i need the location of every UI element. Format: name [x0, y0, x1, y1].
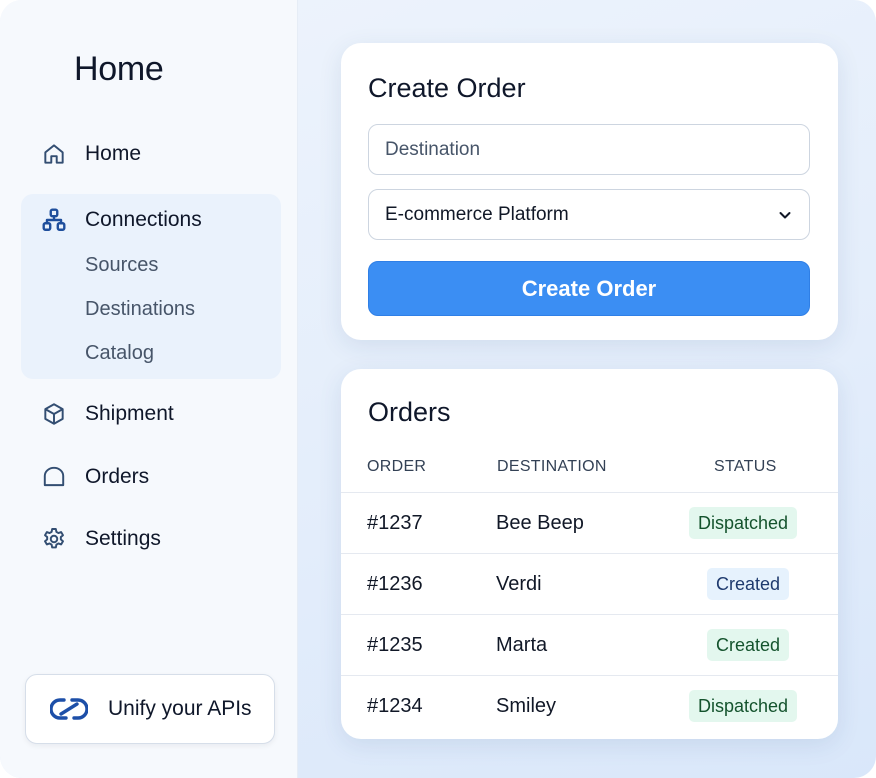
sidebar-item-connections[interactable]: Connections — [40, 200, 202, 240]
sidebar-item-label: Shipment — [85, 402, 174, 425]
sidebar-item-home[interactable]: Home — [40, 134, 141, 174]
destination-field[interactable] — [368, 124, 810, 175]
home-icon — [40, 141, 67, 168]
order-id: #1234 — [367, 695, 423, 717]
table-row[interactable]: #1234 Smiley Dispatched — [341, 675, 838, 736]
status-badge: Dispatched — [689, 690, 798, 722]
sidebar-item-orders[interactable]: Orders — [40, 457, 149, 497]
destination-input[interactable] — [385, 138, 809, 161]
create-order-button[interactable]: Create Order — [368, 261, 810, 316]
status-badge: Created — [707, 629, 790, 661]
sidebar-subitem-catalog[interactable]: Catalog — [85, 342, 154, 365]
orders-title: Orders — [368, 397, 451, 427]
sidebar-item-label: Orders — [85, 465, 150, 488]
unify-apis-button[interactable]: Unify your APIs — [25, 674, 275, 744]
status-badge: Dispatched — [689, 507, 798, 539]
orders-icon — [40, 464, 67, 491]
link-icon — [50, 695, 88, 723]
order-id: #1236 — [367, 573, 423, 595]
sidebar-item-label: Settings — [85, 527, 161, 550]
create-order-title: Create Order — [368, 73, 526, 103]
order-destination: Verdi — [496, 573, 542, 595]
sidebar-subitem-sources[interactable]: Sources — [85, 254, 158, 277]
platform-select-value: E-commerce Platform — [385, 203, 569, 225]
box-icon — [40, 401, 67, 428]
sidebar-item-label: Home — [85, 142, 142, 165]
column-header-status: STATUS — [714, 458, 777, 475]
order-id: #1235 — [367, 634, 423, 656]
order-destination: Bee Beep — [496, 512, 584, 534]
table-row[interactable]: #1235 Marta Created — [341, 614, 838, 675]
platform-select[interactable]: E-commerce Platform — [368, 189, 810, 240]
table-row[interactable]: #1236 Verdi Created — [341, 553, 838, 614]
table-row[interactable]: #1237 Bee Beep Dispatched — [341, 492, 838, 553]
order-destination: Smiley — [496, 695, 557, 717]
sidebar: Home Home Connections Sources Destinatio… — [0, 0, 298, 778]
create-order-card: Create Order E-commerce Platform Create … — [341, 43, 838, 340]
gear-icon — [40, 526, 67, 553]
chevron-down-icon — [777, 207, 793, 223]
sidebar-item-shipment[interactable]: Shipment — [40, 394, 174, 434]
status-badge: Created — [707, 568, 790, 600]
app-window: Home Home Connections Sources Destinatio… — [0, 0, 876, 778]
sidebar-title: Home — [74, 50, 164, 88]
sidebar-subitem-destinations[interactable]: Destinations — [85, 298, 195, 321]
order-id: #1237 — [367, 512, 423, 534]
sidebar-item-settings[interactable]: Settings — [40, 519, 161, 559]
orders-card: Orders ORDER DESTINATION STATUS #1237 Be… — [341, 369, 838, 739]
column-header-order: ORDER — [367, 458, 427, 475]
column-header-destination: DESTINATION — [497, 458, 607, 475]
promo-label: Unify your APIs — [108, 697, 252, 720]
connections-icon — [40, 207, 67, 234]
order-destination: Marta — [496, 634, 548, 656]
sidebar-item-label: Connections — [85, 208, 202, 231]
